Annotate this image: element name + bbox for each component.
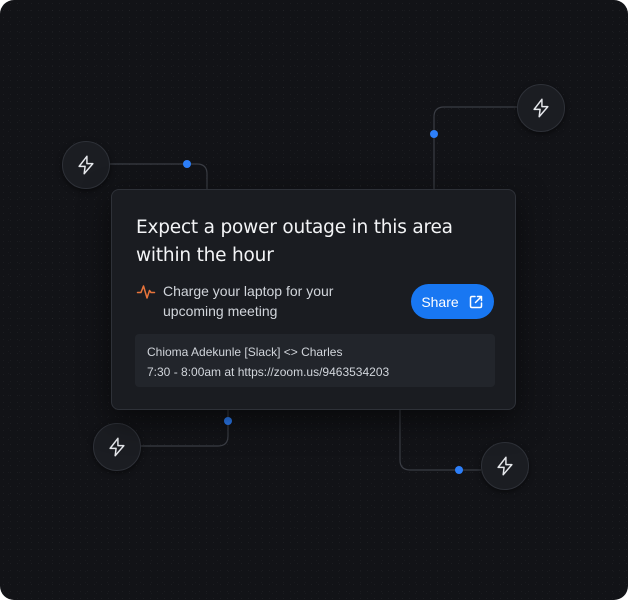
lightning-icon [533,98,549,118]
meeting-details: Chioma Adekunle [Slack] <> Charles 7:30 … [135,334,495,387]
lightning-node-top-left[interactable] [62,141,110,189]
connector-dot-bottom-left [224,417,232,425]
lightning-icon [78,155,94,175]
lightning-icon [109,437,125,457]
lightning-node-bottom-right[interactable] [481,442,529,490]
connector-dot-bottom-right [455,466,463,474]
alert-message: Charge your laptop for your upcoming mee… [163,283,334,319]
lightning-node-bottom-left[interactable] [93,423,141,471]
power-outage-alert-card: Expect a power outage in this area withi… [111,189,516,410]
meeting-schedule: 7:30 - 8:00am at https://zoom.us/9463534… [147,365,390,379]
connector-top-right [433,106,517,189]
pulse-icon [136,285,156,299]
meeting-participants: Chioma Adekunle [Slack] <> Charles [147,345,343,359]
connector-top-left [108,163,208,189]
lightning-node-top-right[interactable] [517,84,565,132]
share-button-label: Share [421,293,459,310]
connector-dot-top-right [430,130,438,138]
lightning-icon [497,456,513,476]
connector-bottom-left [140,410,229,447]
external-link-icon [469,295,482,308]
alert-title: Expect a power outage in this area withi… [136,217,453,266]
connector-dot-top-left [183,160,191,168]
canvas: Expect a power outage in this area withi… [0,0,628,600]
share-button[interactable]: Share [411,284,494,319]
connector-bottom-right [399,410,481,471]
